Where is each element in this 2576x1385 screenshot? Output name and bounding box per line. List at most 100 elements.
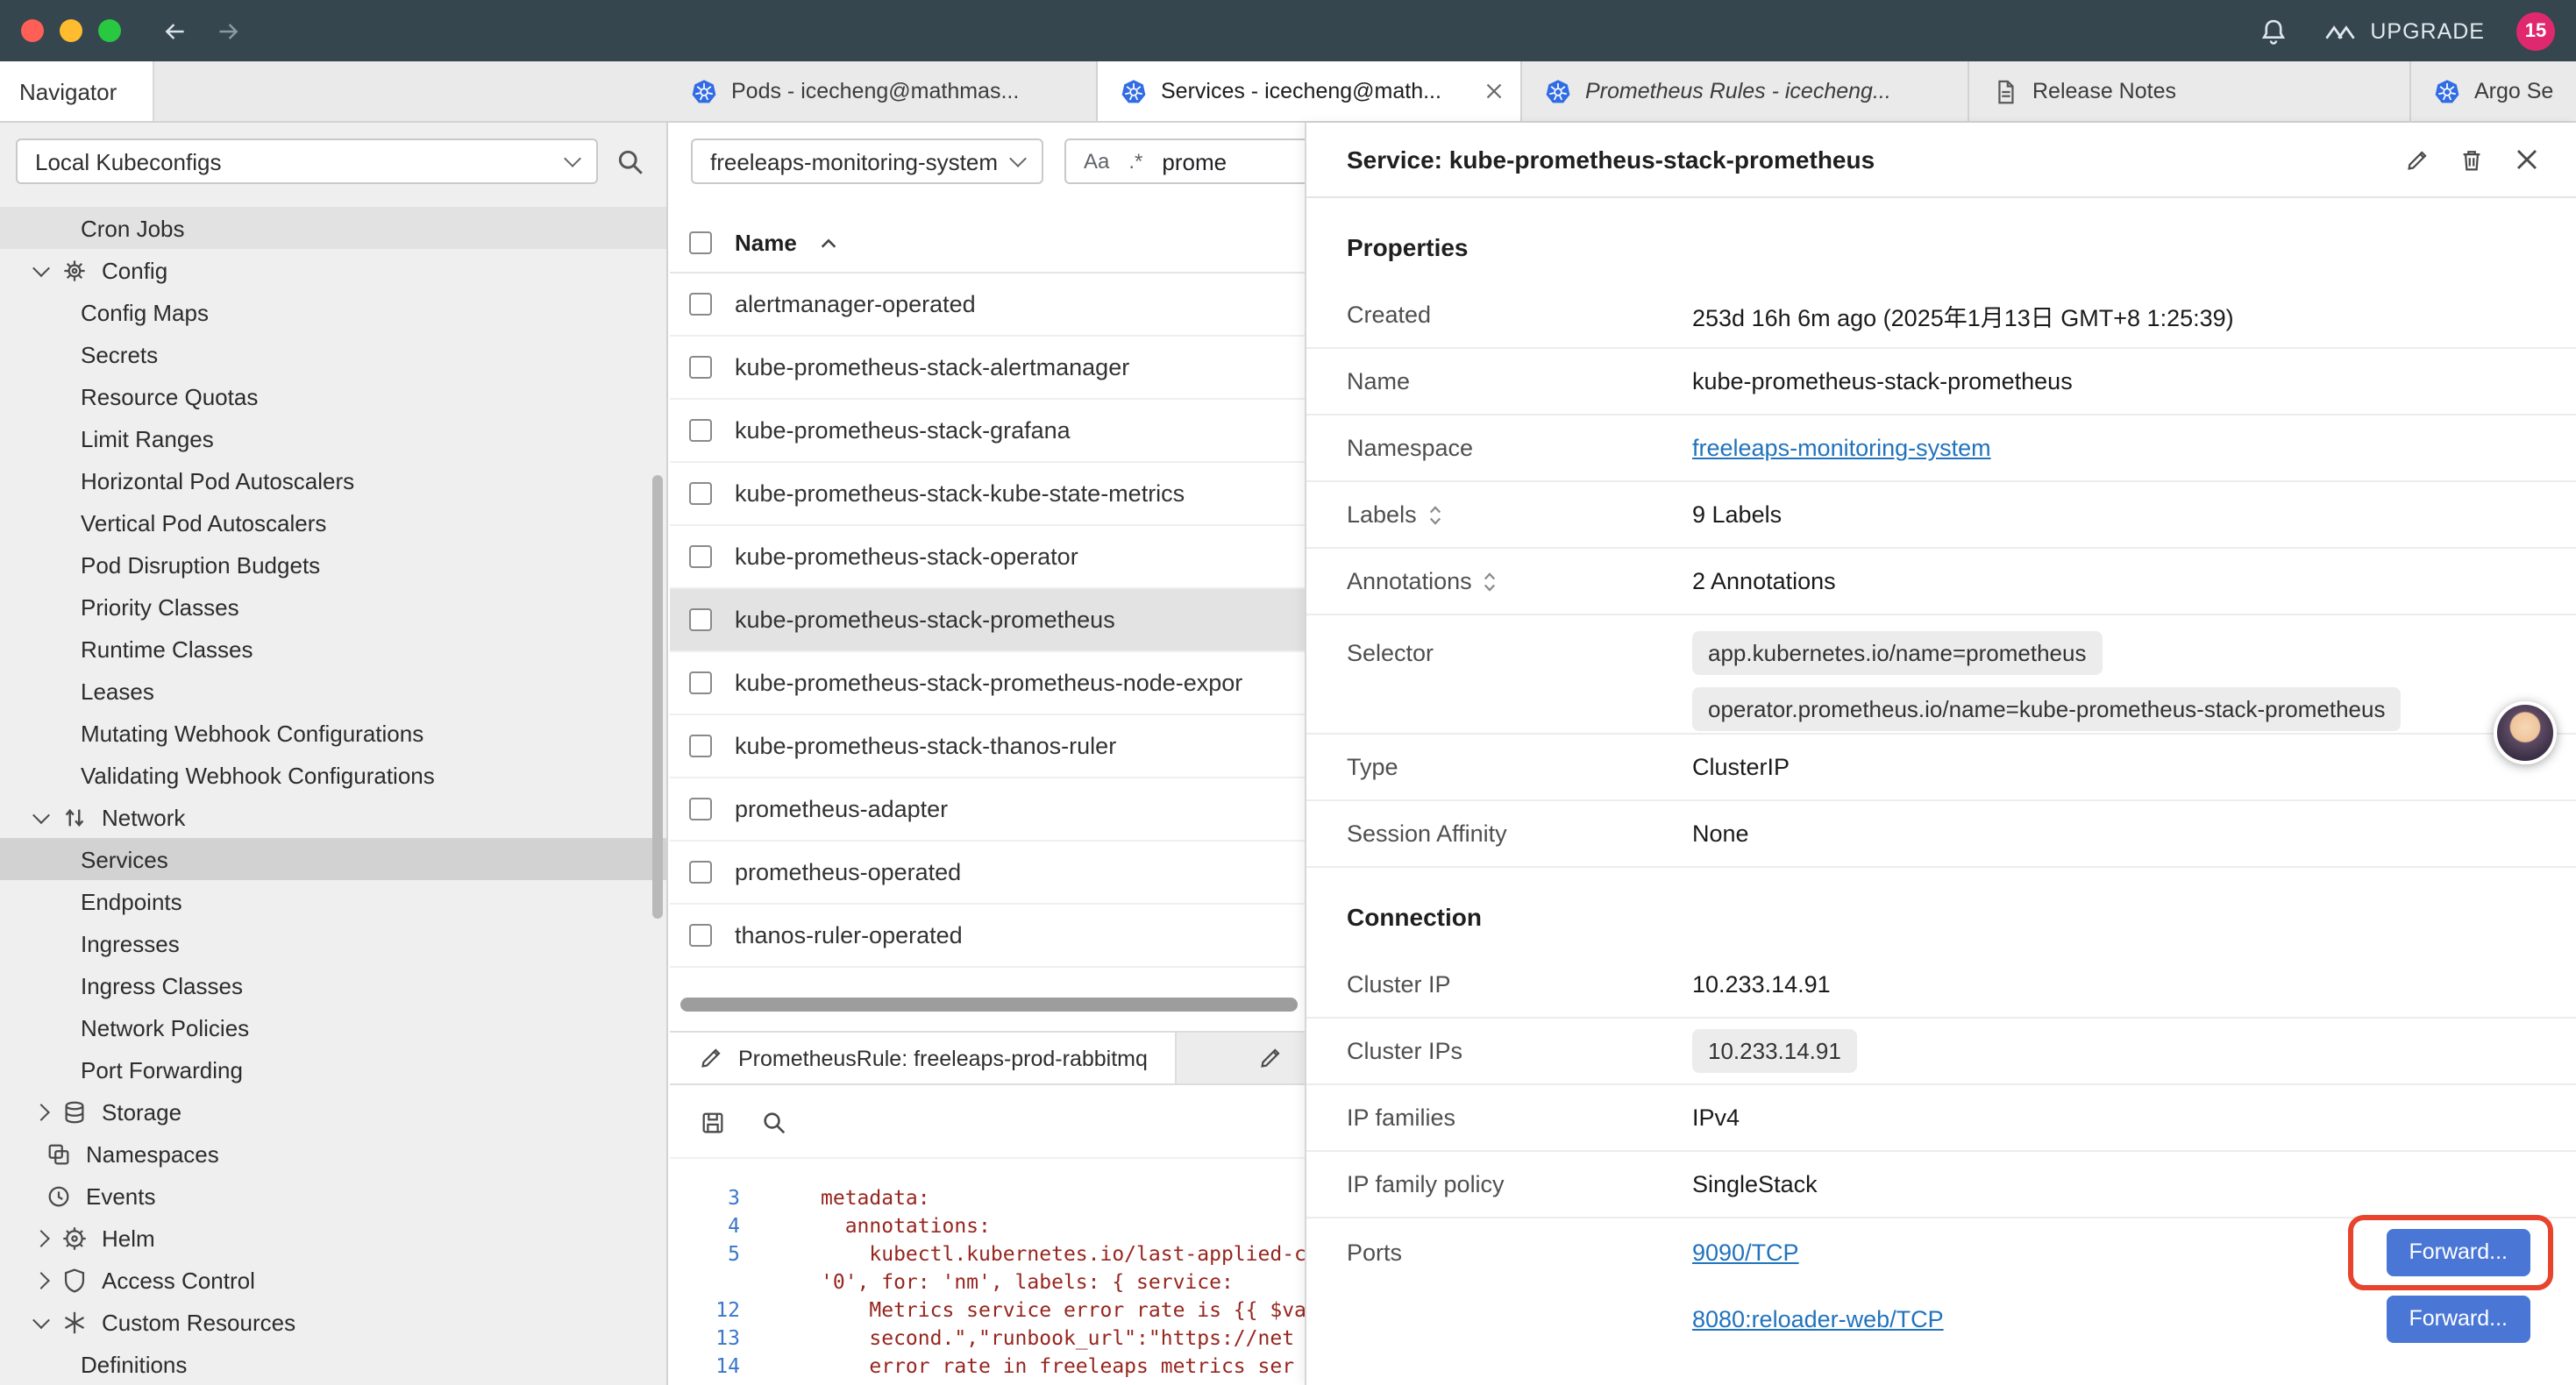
navigator-panel-tab[interactable]: Navigator xyxy=(0,61,154,121)
close-drawer-button[interactable] xyxy=(2513,146,2541,174)
close-window-button[interactable] xyxy=(21,19,44,42)
line-number: 3 xyxy=(670,1185,740,1210)
chevron-right-icon[interactable] xyxy=(32,1271,50,1289)
expand-toggle-icon[interactable] xyxy=(1427,502,1443,527)
sidebar-item-config[interactable]: Config xyxy=(0,249,666,291)
namespace-select[interactable]: freeleaps-monitoring-system xyxy=(691,138,1043,184)
chevron-down-icon[interactable] xyxy=(32,806,50,823)
chevron-right-icon[interactable] xyxy=(32,1103,50,1120)
sidebar-item-config-maps[interactable]: Config Maps xyxy=(0,291,666,333)
sidebar-scrollbar[interactable] xyxy=(652,475,663,919)
row-checkbox[interactable] xyxy=(689,608,712,631)
tab-pods[interactable]: Pods - icecheng@mathmas... xyxy=(668,61,1098,121)
table-row[interactable]: kube-prometheus-stack-alertmanager xyxy=(670,337,1305,400)
port-link[interactable]: 8080:reloader-web/TCP xyxy=(1692,1305,1944,1332)
table-row[interactable]: kube-prometheus-stack-operator xyxy=(670,526,1305,589)
sidebar-item-mutating-webhook-configurations[interactable]: Mutating Webhook Configurations xyxy=(0,712,666,754)
table-row[interactable]: prometheus-operated xyxy=(670,842,1305,905)
sidebar-item-priority-classes[interactable]: Priority Classes xyxy=(0,586,666,628)
row-checkbox[interactable] xyxy=(689,861,712,884)
sidebar-item-network[interactable]: Network xyxy=(0,796,666,838)
forward-button[interactable]: Forward... xyxy=(2386,1295,2530,1342)
drawer-title: Service: kube-prometheus-stack-prometheu… xyxy=(1347,146,1875,174)
back-button[interactable] xyxy=(149,18,202,43)
sidebar-item-services[interactable]: Services xyxy=(0,838,666,880)
table-row[interactable]: prometheus-adapter xyxy=(670,778,1305,842)
select-all-checkbox[interactable] xyxy=(689,231,712,254)
notification-badge[interactable]: 15 xyxy=(2516,11,2555,50)
sidebar-item-horizontal-pod-autoscalers[interactable]: Horizontal Pod Autoscalers xyxy=(0,459,666,501)
table-row[interactable]: kube-prometheus-stack-grafana xyxy=(670,400,1305,463)
sidebar-item-resource-quotas[interactable]: Resource Quotas xyxy=(0,375,666,417)
forward-button[interactable] xyxy=(202,18,254,43)
sidebar-item-endpoints[interactable]: Endpoints xyxy=(0,880,666,922)
chevron-down-icon[interactable] xyxy=(32,259,50,276)
sidebar-item-cron-jobs[interactable]: Cron Jobs xyxy=(0,207,666,249)
sidebar-item-vertical-pod-autoscalers[interactable]: Vertical Pod Autoscalers xyxy=(0,501,666,543)
delete-button[interactable] xyxy=(2459,146,2485,173)
sidebar-item-validating-webhook-configurations[interactable]: Validating Webhook Configurations xyxy=(0,754,666,796)
table-row-selected[interactable]: kube-prometheus-stack-prometheus xyxy=(670,589,1305,652)
tab-prometheus-rules[interactable]: Prometheus Rules - icecheng... xyxy=(1522,61,1969,121)
row-checkbox[interactable] xyxy=(689,545,712,568)
table-row[interactable]: thanos-ruler-operated xyxy=(670,905,1305,968)
drawer-row-type: Type ClusterIP xyxy=(1306,735,2576,801)
sidebar-item-network-policies[interactable]: Network Policies xyxy=(0,1006,666,1048)
table-row[interactable]: kube-prometheus-stack-prometheus-node-ex… xyxy=(670,652,1305,715)
sidebar-item-pod-disruption-budgets[interactable]: Pod Disruption Budgets xyxy=(0,543,666,586)
column-header-name[interactable]: Name xyxy=(735,230,797,256)
minimize-window-button[interactable] xyxy=(60,19,82,42)
sidebar-item-access-control[interactable]: Access Control xyxy=(0,1259,666,1301)
expand-toggle-icon[interactable] xyxy=(1483,569,1498,593)
row-checkbox[interactable] xyxy=(689,735,712,757)
edit-button[interactable] xyxy=(2404,146,2430,173)
row-checkbox[interactable] xyxy=(689,293,712,316)
sidebar-item-leases[interactable]: Leases xyxy=(0,670,666,712)
table-row[interactable]: kube-prometheus-stack-kube-state-metrics xyxy=(670,463,1305,526)
sidebar-item-ingress-classes[interactable]: Ingress Classes xyxy=(0,964,666,1006)
chevron-down-icon[interactable] xyxy=(32,1310,50,1328)
sidebar-search-icon[interactable] xyxy=(616,146,645,176)
sidebar-item-port-forwarding[interactable]: Port Forwarding xyxy=(0,1048,666,1090)
sidebar-item-definitions[interactable]: Definitions xyxy=(0,1343,666,1385)
sidebar-item-secrets[interactable]: Secrets xyxy=(0,333,666,375)
row-checkbox[interactable] xyxy=(689,356,712,379)
port-link[interactable]: 9090/TCP xyxy=(1692,1239,1799,1265)
zoom-window-button[interactable] xyxy=(98,19,121,42)
sidebar-item-limit-ranges[interactable]: Limit Ranges xyxy=(0,417,666,459)
editor-tab-prometheusrule[interactable]: PrometheusRule: freeleaps-prod-rabbitmq xyxy=(670,1033,1178,1083)
notifications-bell-icon[interactable] xyxy=(2254,15,2291,46)
editor-tab-partial[interactable] xyxy=(1236,1033,1305,1083)
table-search-input[interactable]: Aa .* prome xyxy=(1064,138,1305,184)
tab-services[interactable]: Services - icecheng@math... xyxy=(1098,61,1522,121)
row-checkbox[interactable] xyxy=(689,671,712,694)
close-tab-icon[interactable] xyxy=(1484,81,1505,102)
editor-search-button[interactable] xyxy=(761,1109,787,1135)
kubeconfig-select[interactable]: Local Kubeconfigs xyxy=(16,138,598,184)
row-checkbox[interactable] xyxy=(689,482,712,505)
sidebar-item-storage[interactable]: Storage xyxy=(0,1090,666,1133)
forward-button[interactable]: Forward... xyxy=(2386,1228,2530,1275)
sidebar-item-events[interactable]: Events xyxy=(0,1175,666,1217)
sidebar-item-custom-resources[interactable]: Custom Resources xyxy=(0,1301,666,1343)
chevron-right-icon[interactable] xyxy=(32,1229,50,1246)
save-button[interactable] xyxy=(700,1109,726,1135)
yaml-editor[interactable]: 3metadata: 4 annotations: 5 kubectl.kube… xyxy=(670,1159,1305,1385)
upgrade-button[interactable]: UPGRADE xyxy=(2323,18,2485,43)
tab-release-notes[interactable]: Release Notes xyxy=(1969,61,2411,121)
namespace-link[interactable]: freeleaps-monitoring-system xyxy=(1692,435,1991,461)
row-checkbox[interactable] xyxy=(689,419,712,442)
floating-avatar[interactable] xyxy=(2494,701,2557,764)
table-row[interactable]: kube-prometheus-stack-thanos-ruler xyxy=(670,715,1305,778)
table-row[interactable]: alertmanager-operated xyxy=(670,273,1305,337)
sidebar-item-namespaces[interactable]: Namespaces xyxy=(0,1133,666,1175)
row-checkbox[interactable] xyxy=(689,798,712,820)
match-case-toggle[interactable]: Aa xyxy=(1084,149,1109,174)
sidebar-item-ingresses[interactable]: Ingresses xyxy=(0,922,666,964)
sidebar-item-runtime-classes[interactable]: Runtime Classes xyxy=(0,628,666,670)
regex-toggle[interactable]: .* xyxy=(1128,149,1142,174)
tab-argo[interactable]: Argo Se xyxy=(2411,61,2576,121)
sidebar-item-helm[interactable]: Helm xyxy=(0,1217,666,1259)
horizontal-scrollbar[interactable] xyxy=(680,998,1298,1012)
row-checkbox[interactable] xyxy=(689,924,712,947)
